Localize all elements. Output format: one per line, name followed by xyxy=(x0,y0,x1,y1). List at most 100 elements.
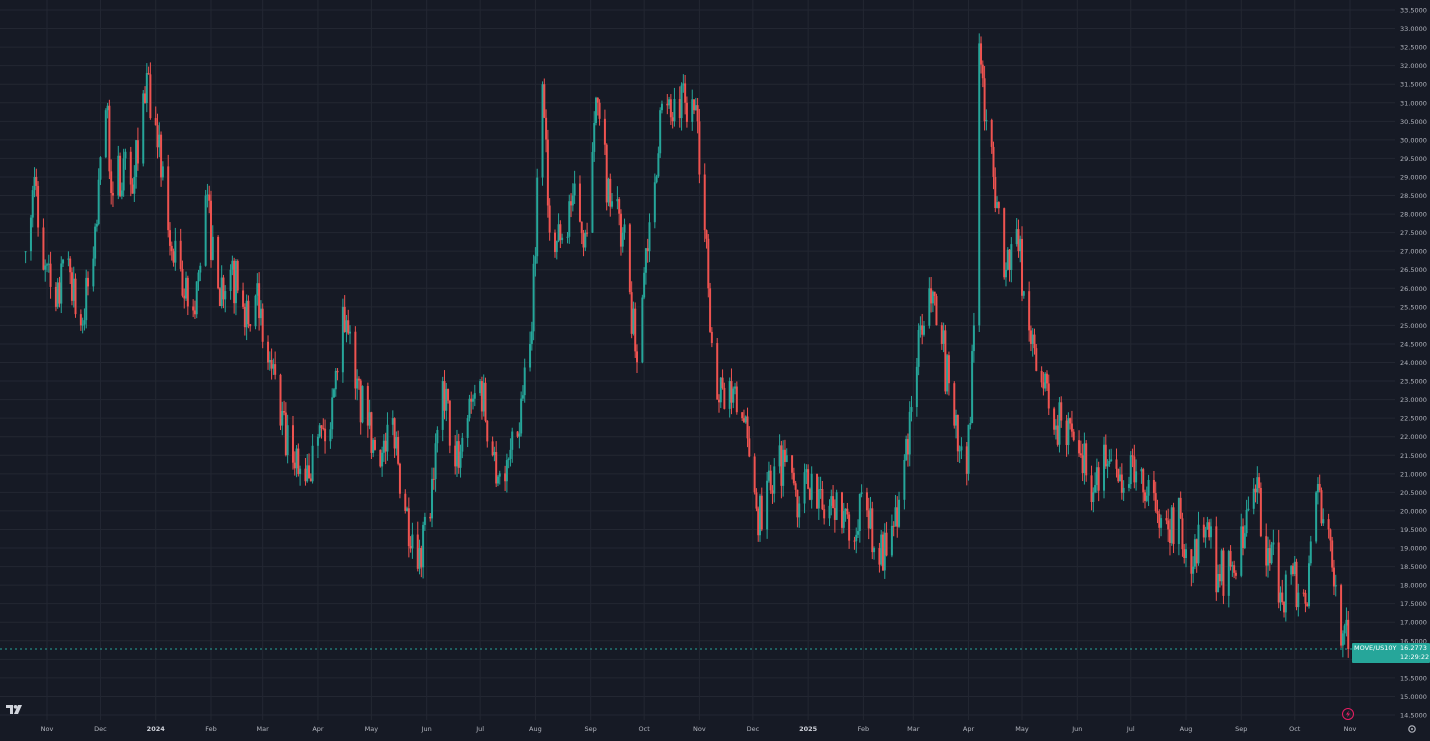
candle-body xyxy=(566,236,569,238)
candle-body xyxy=(844,508,847,511)
candle xyxy=(511,427,514,463)
y-tick-label: 21.0000 xyxy=(1400,470,1427,478)
candle xyxy=(703,163,706,243)
candle-body xyxy=(1309,541,1312,564)
candle xyxy=(1197,511,1200,566)
candle-body xyxy=(717,399,720,403)
candle-body xyxy=(135,140,138,177)
candle-body xyxy=(748,438,751,457)
candle xyxy=(1042,372,1045,396)
candle-body xyxy=(618,199,621,214)
candle-body xyxy=(418,548,421,569)
candle-body xyxy=(906,439,909,455)
y-tick-label: 22.5000 xyxy=(1400,415,1427,423)
candle-body xyxy=(1267,548,1270,566)
last-price-label: MOVE/US10Y 16.2773 12:29:22 xyxy=(1352,643,1430,664)
candle-body xyxy=(735,386,738,413)
candle-body xyxy=(185,277,188,299)
candle-body xyxy=(1122,487,1125,493)
candle xyxy=(807,464,810,490)
candle-body xyxy=(1290,565,1293,575)
lightning-icon[interactable] xyxy=(1342,708,1354,720)
candle-body xyxy=(1010,244,1013,270)
candle xyxy=(297,443,300,477)
candle xyxy=(520,391,523,437)
x-tick-label: Nov xyxy=(41,725,54,733)
candle xyxy=(1165,510,1168,525)
candle-body xyxy=(1081,455,1084,474)
candle xyxy=(1265,523,1268,577)
candle-body xyxy=(636,351,639,363)
candle-body xyxy=(1029,330,1032,344)
candle-body xyxy=(1110,459,1113,461)
candle xyxy=(595,96,598,126)
candle xyxy=(104,108,107,159)
candle-body xyxy=(466,418,469,438)
chart-container[interactable]: 14.500015.000015.500016.000016.500017.00… xyxy=(0,0,1430,737)
candle xyxy=(381,446,384,477)
candle-body xyxy=(605,144,608,203)
candle-body xyxy=(869,508,872,529)
candle-body xyxy=(561,237,564,241)
candle xyxy=(816,473,819,509)
candle xyxy=(819,476,822,499)
candle xyxy=(928,277,931,329)
time-axis[interactable]: Nov Dec 2024 Feb Mar Apr May Jun Jul Aug Sep Oct Nov… xyxy=(41,725,1357,733)
candle xyxy=(832,485,835,509)
candle xyxy=(218,287,221,307)
candle xyxy=(220,265,223,309)
candle-body xyxy=(1327,519,1330,530)
candle-body xyxy=(803,472,806,504)
candle-body xyxy=(807,469,810,489)
candle xyxy=(398,462,401,499)
candle xyxy=(559,220,562,249)
candle xyxy=(717,394,720,413)
candle-body xyxy=(197,272,200,282)
candle-body xyxy=(928,288,931,326)
candle-body xyxy=(284,412,287,456)
candle-body xyxy=(580,221,583,234)
candle-body xyxy=(1045,373,1048,384)
candle xyxy=(1217,564,1220,593)
candle-body xyxy=(883,532,886,571)
price-axis[interactable]: 14.500015.000015.500016.000016.500017.00… xyxy=(1400,7,1427,720)
candle-body xyxy=(947,355,950,384)
candle xyxy=(1156,499,1159,524)
tradingview-logo-icon[interactable] xyxy=(6,705,22,714)
candle-body xyxy=(309,478,312,482)
candle xyxy=(935,293,938,326)
candle xyxy=(771,485,774,504)
candle xyxy=(978,33,981,333)
candle-body xyxy=(817,489,820,509)
candle-body xyxy=(1022,291,1025,296)
candle xyxy=(349,325,352,345)
candle-body xyxy=(47,263,50,265)
candle xyxy=(1320,487,1323,526)
candle-body xyxy=(644,248,647,273)
candle xyxy=(423,512,426,531)
gear-icon[interactable] xyxy=(1408,725,1416,733)
candlestick-chart[interactable]: 14.500015.000015.500016.000016.500017.00… xyxy=(0,0,1430,737)
candle-body xyxy=(1019,238,1022,252)
candle xyxy=(309,473,312,482)
candle-body xyxy=(1190,549,1193,574)
candle xyxy=(980,36,983,74)
candle xyxy=(1309,535,1312,566)
candle xyxy=(880,529,883,567)
candle-body xyxy=(459,451,462,468)
candle-body xyxy=(616,199,619,202)
candle-body xyxy=(682,83,685,86)
candle xyxy=(33,167,36,198)
candle xyxy=(1270,541,1273,565)
candle xyxy=(1122,480,1125,502)
candle-body xyxy=(1206,522,1209,530)
candle-body xyxy=(1252,488,1255,509)
candle xyxy=(721,369,724,390)
candle-body xyxy=(505,460,508,482)
candle xyxy=(322,418,325,431)
candle-body xyxy=(1240,526,1243,576)
candle xyxy=(1072,428,1075,442)
candle xyxy=(828,499,831,527)
candle-body xyxy=(782,449,785,486)
candle xyxy=(256,273,259,306)
